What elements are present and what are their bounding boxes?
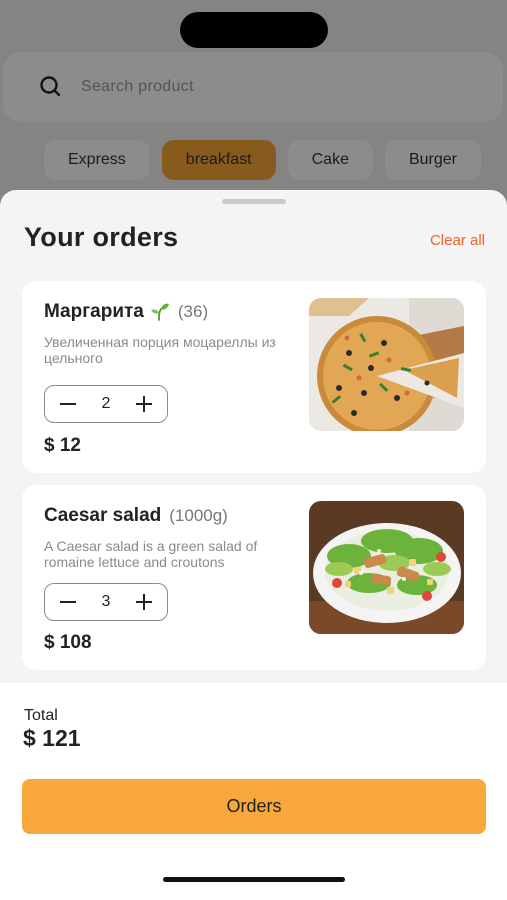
sprout-icon xyxy=(150,303,170,321)
plus-icon[interactable] xyxy=(135,395,153,413)
home-indicator[interactable] xyxy=(163,877,345,882)
quantity-value: 3 xyxy=(101,593,111,610)
pizza-image xyxy=(309,298,464,431)
item-description: Увеличенная порция моцареллы из цельного xyxy=(44,334,276,366)
sheet-grabber[interactable] xyxy=(222,199,286,204)
item-meta: (36) xyxy=(177,302,209,321)
minus-icon[interactable] xyxy=(59,593,77,611)
clear-all-button[interactable]: Clear all xyxy=(430,232,485,249)
item-title-row: Caesar salad (1000g) xyxy=(44,505,228,527)
item-title-row: Маргарита (36) xyxy=(44,301,208,323)
quantity-value: 2 xyxy=(101,395,111,412)
total-label: Total xyxy=(24,707,58,724)
item-name: Маргарита xyxy=(44,301,144,322)
quantity-stepper: 3 xyxy=(44,583,168,621)
quantity-stepper: 2 xyxy=(44,385,168,423)
item-name: Caesar salad xyxy=(44,505,162,526)
order-card: Маргарита (36) Увеличенная порция моцаре… xyxy=(22,281,486,473)
dynamic-island xyxy=(180,12,328,48)
item-price: $ 12 xyxy=(44,435,81,456)
salad-image xyxy=(309,501,464,634)
sheet-title: Your orders xyxy=(24,222,179,252)
total-value: $ 121 xyxy=(23,725,81,751)
item-meta: (1000g) xyxy=(169,506,228,525)
item-description: A Caesar salad is a green salad of romai… xyxy=(44,538,258,570)
order-card: Caesar salad (1000g) A Caesar salad is a… xyxy=(22,485,486,670)
item-price: $ 108 xyxy=(44,632,92,653)
order-footer: Total $ 121 Orders xyxy=(0,683,507,900)
minus-icon[interactable] xyxy=(59,395,77,413)
orders-sheet: Your orders Clear all Маргарита (36) Уве… xyxy=(0,190,507,900)
orders-button[interactable]: Orders xyxy=(22,779,486,834)
plus-icon[interactable] xyxy=(135,593,153,611)
